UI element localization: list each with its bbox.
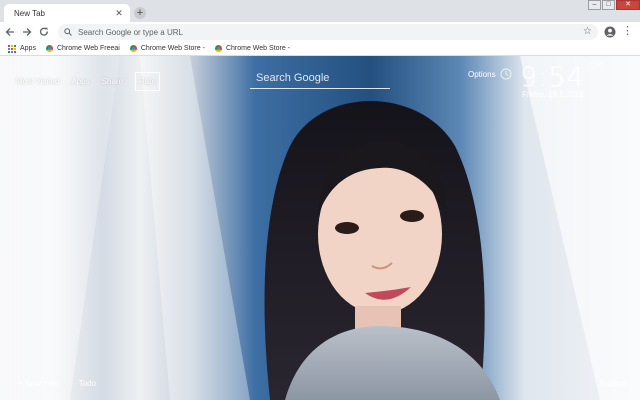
star-icon[interactable]: ☆ (583, 26, 592, 38)
arrow-right-icon (23, 28, 32, 36)
chrome-web-store-icon (214, 45, 222, 52)
rate-link[interactable]: Rate (135, 72, 160, 91)
clock-date: Friday, 18.1.2019 (522, 90, 584, 99)
omnibox-input[interactable] (78, 27, 558, 37)
options-link[interactable]: Options (468, 70, 496, 79)
reload-button[interactable] (37, 25, 51, 39)
apps-link[interactable]: Apps (71, 77, 89, 86)
maximize-button[interactable]: □ (602, 0, 615, 10)
reload-icon (39, 27, 48, 36)
bookmark-label: Chrome Web Freeai (56, 45, 120, 52)
chrome-web-store-icon (45, 45, 53, 52)
new-note-link[interactable]: + New note (18, 379, 59, 388)
share-link[interactable]: Share (102, 77, 123, 86)
support-link[interactable]: Support (599, 379, 627, 388)
most-visited-link[interactable]: Most Visited (16, 77, 59, 86)
bookmark-label: Chrome Web Store - (225, 45, 290, 52)
profile-icon[interactable] (604, 26, 616, 38)
wallpaper-image (0, 56, 640, 400)
bookmark-apps[interactable]: Apps (8, 44, 36, 53)
bookmarks-bar: Apps Chrome Web Freeai Chrome Web Store … (0, 42, 640, 56)
bookmark-label: Apps (20, 45, 36, 52)
plus-icon[interactable]: + (134, 7, 146, 19)
menu-icon[interactable]: ⋮ (622, 26, 633, 38)
clock-digits: 9:54 (520, 62, 585, 93)
back-button[interactable] (3, 25, 17, 39)
bookmark-item[interactable]: Chrome Web Store - (214, 45, 290, 52)
new-tab-page: Most Visited Apps Share Rate Options 9:5… (0, 56, 640, 400)
search-input[interactable] (250, 69, 390, 87)
forward-button[interactable] (20, 25, 34, 39)
search-icon (64, 28, 72, 36)
chrome-web-store-icon (129, 45, 137, 52)
browser-window: New Tab ✕ + – □ ✕ ☆ ⋮ (0, 0, 640, 400)
search-box[interactable] (250, 69, 390, 89)
toolbar: ☆ ⋮ (0, 22, 640, 42)
close-icon[interactable]: ✕ (114, 8, 124, 19)
todo-link[interactable]: Todo (79, 379, 96, 388)
bookmark-item[interactable]: Chrome Web Store - (129, 45, 205, 52)
window-close-button[interactable]: ✕ (616, 0, 640, 10)
omnibox[interactable]: ☆ (58, 24, 598, 40)
apps-grid-icon (8, 44, 16, 53)
bookmark-item[interactable]: Chrome Web Freeai (45, 45, 120, 52)
tab-strip: New Tab ✕ + – □ ✕ (0, 0, 640, 22)
bookmark-label: Chrome Web Store - (140, 45, 205, 52)
top-links: Most Visited Apps Share Rate (16, 72, 172, 91)
bottom-links: + New note Todo (18, 379, 116, 388)
arrow-left-icon (5, 28, 14, 36)
window-controls: – □ ✕ (587, 0, 640, 12)
clock-icon[interactable] (500, 68, 512, 80)
clock-period: AM (587, 62, 604, 72)
minimize-button[interactable]: – (588, 0, 601, 10)
tab-new-tab[interactable]: New Tab ✕ (4, 4, 130, 22)
tab-title: New Tab (14, 8, 45, 18)
clock-time: 9:54 AM (520, 62, 604, 93)
